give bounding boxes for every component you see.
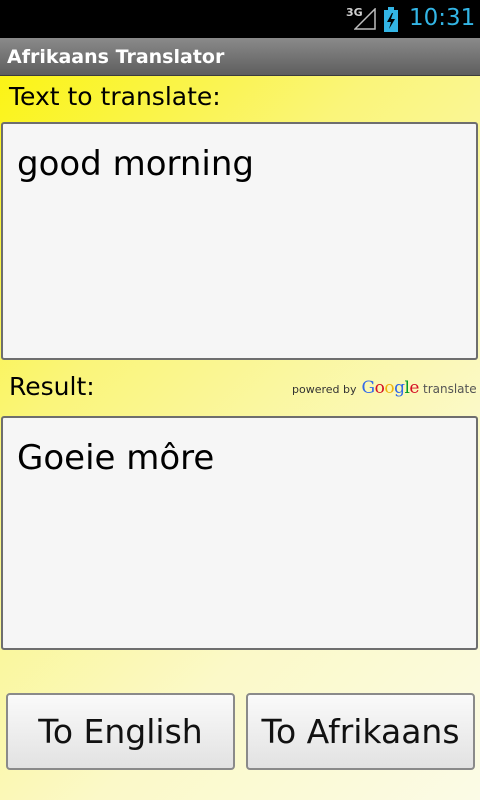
signal-icon	[353, 7, 376, 34]
result-output[interactable]: Goeie môre	[1, 416, 478, 650]
status-clock: 10:31	[409, 5, 476, 31]
to-afrikaans-button[interactable]: To Afrikaans	[246, 693, 475, 770]
to-english-button[interactable]: To English	[6, 693, 235, 770]
status-bar: 3G 10:31	[0, 0, 480, 38]
app-title-bar: Afrikaans Translator	[0, 38, 480, 76]
input-label: Text to translate:	[9, 82, 221, 111]
powered-by-text: powered by	[292, 383, 357, 396]
google-translate-attribution: powered by Google translate	[292, 378, 477, 398]
google-logo: Google	[361, 378, 420, 398]
result-label: Result:	[9, 372, 95, 401]
text-to-translate-input[interactable]: good morning	[1, 122, 478, 360]
translate-text: translate	[422, 382, 477, 396]
app-title: Afrikaans Translator	[7, 46, 225, 68]
battery-charging-icon	[383, 7, 399, 37]
